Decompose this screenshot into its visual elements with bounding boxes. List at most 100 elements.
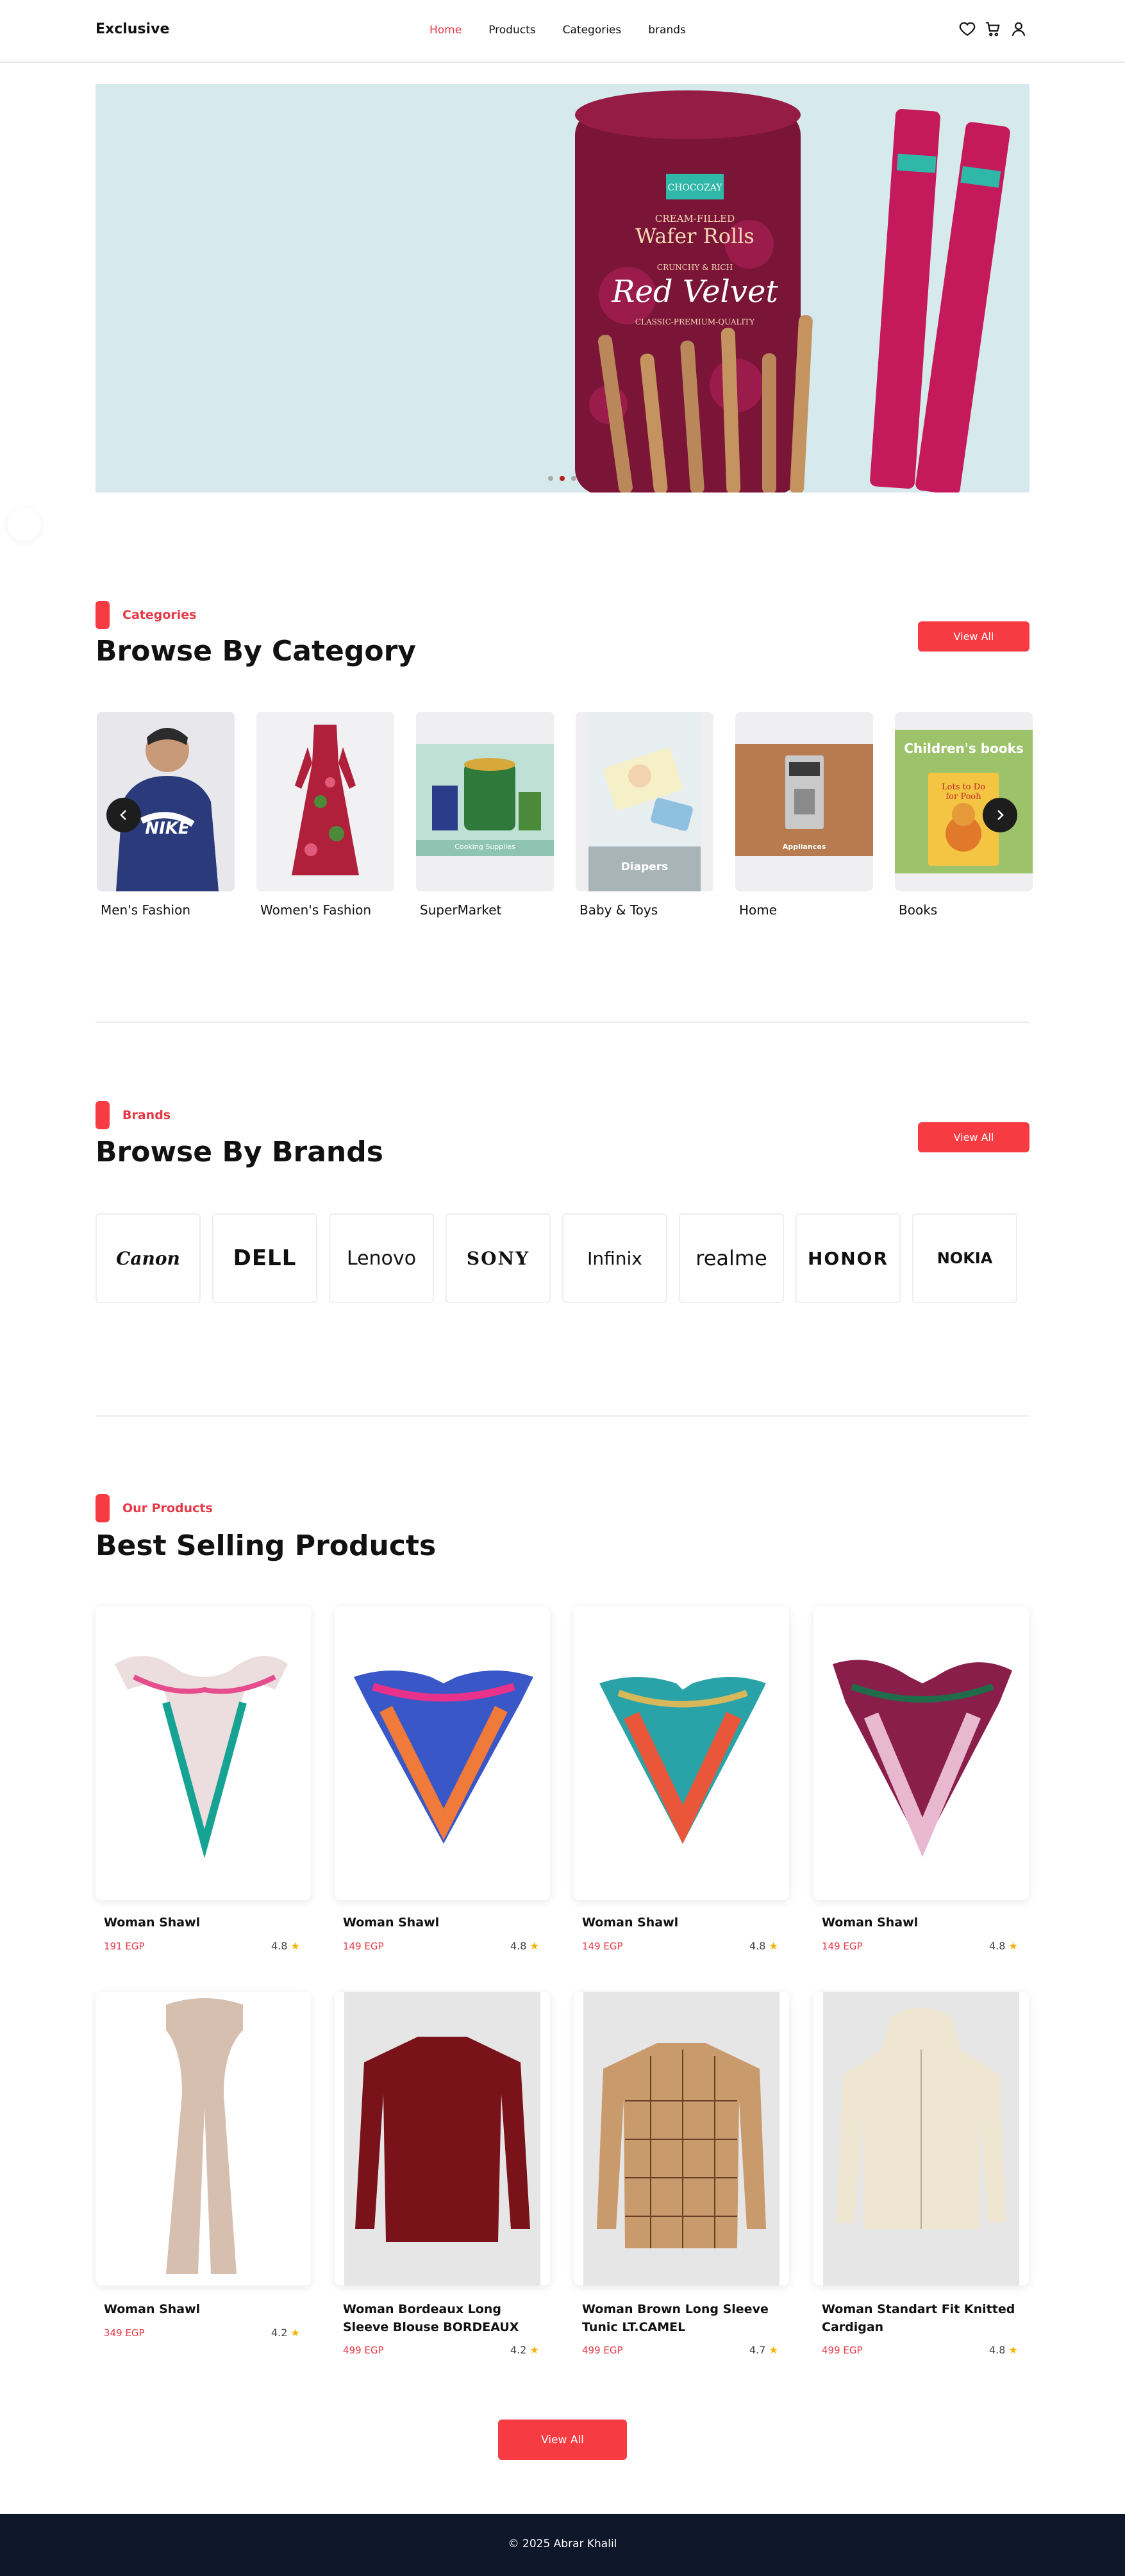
category-name[interactable]: Home xyxy=(739,902,777,918)
product-rating: 4.8 ★ xyxy=(749,1940,778,1952)
product-name[interactable]: Woman Shawl xyxy=(822,1914,1021,1932)
site-footer: © 2025 Abrar Khalil xyxy=(0,2514,1125,2576)
svg-text:Red Velvet: Red Velvet xyxy=(611,274,778,310)
category-name[interactable]: SuperMarket xyxy=(420,902,501,918)
slider-dot[interactable] xyxy=(548,476,553,481)
slider-dot[interactable] xyxy=(571,476,576,481)
hero-slider[interactable]: CHOCOZAY CREAM-FILLED Wafer Rolls CRUNCH… xyxy=(96,84,1029,492)
category-name[interactable]: Books xyxy=(899,902,937,918)
product-price: 499 EGP xyxy=(822,2344,863,2356)
category-name[interactable]: Men's Fashion xyxy=(101,902,190,918)
brand-card-infinix[interactable]: Infinix xyxy=(562,1213,667,1303)
brands-view-all-button[interactable]: View All xyxy=(918,1122,1029,1152)
product-name[interactable]: Woman Shawl xyxy=(104,1914,303,1932)
product-price: 149 EGP xyxy=(822,1940,863,1952)
product-rating: 4.8 ★ xyxy=(989,2344,1018,2356)
nav-products[interactable]: Products xyxy=(488,24,535,37)
categories-title: Browse By Category xyxy=(96,635,416,668)
product-price: 499 EGP xyxy=(582,2344,623,2356)
star-icon: ★ xyxy=(290,2327,300,2339)
site-header: Exclusive Home Products Categories brand… xyxy=(0,0,1125,63)
carousel-next-button[interactable] xyxy=(983,798,1017,832)
svg-text:CRUNCHY & RICH: CRUNCHY & RICH xyxy=(657,263,733,272)
category-name[interactable]: Women's Fashion xyxy=(260,902,371,918)
brand-card-dell[interactable]: DELL xyxy=(212,1213,317,1303)
product-name[interactable]: Woman Brown Long Sleeve Tunic LT.CAMEL xyxy=(582,2300,781,2336)
brands-tag: Brands xyxy=(96,1101,171,1129)
product-price: 149 EGP xyxy=(343,1940,384,1952)
product-image[interactable] xyxy=(335,1992,550,2286)
header-icons xyxy=(959,21,1027,37)
star-icon: ★ xyxy=(529,2344,539,2356)
carousel-prev-button[interactable] xyxy=(106,798,141,832)
user-icon[interactable] xyxy=(1010,21,1027,37)
product-rating: 4.8 ★ xyxy=(271,1940,300,1952)
brand-card-sony[interactable]: SONY xyxy=(446,1213,551,1303)
products-view-all-button[interactable]: View All xyxy=(498,2420,627,2460)
svg-text:Wafer Rolls: Wafer Rolls xyxy=(635,224,754,248)
brand-card-honor[interactable]: HONOR xyxy=(796,1213,901,1303)
star-icon: ★ xyxy=(769,2344,778,2356)
heart-icon[interactable] xyxy=(959,21,976,37)
products-title: Best Selling Products xyxy=(96,1529,437,1562)
brand-card-nokia[interactable]: NOKIA xyxy=(912,1213,1017,1303)
product-image[interactable] xyxy=(574,1606,789,1900)
category-card-home[interactable]: Appliances xyxy=(735,712,873,891)
category-carousel: NIKE Men's Fashion Women's Fashion Cooki… xyxy=(96,712,1033,923)
category-card-womens-fashion[interactable] xyxy=(256,712,394,891)
product-image[interactable] xyxy=(335,1606,550,1900)
svg-text:NIKE: NIKE xyxy=(145,819,190,838)
brand-logo: realme xyxy=(696,1246,767,1270)
category-card-books[interactable]: Children's books Lots to Do for Pooh xyxy=(895,712,1033,891)
floating-button[interactable] xyxy=(8,508,41,541)
category-image-caption: Children's books xyxy=(904,741,1024,756)
section-divider xyxy=(96,1022,1029,1023)
product-image[interactable] xyxy=(96,1992,311,2286)
main-nav: Home Products Categories brands xyxy=(429,24,713,37)
products-tag: Our Products xyxy=(96,1494,213,1522)
section-divider xyxy=(96,1415,1029,1417)
hero-brand-text: CHOCOZAY xyxy=(667,183,722,193)
star-icon: ★ xyxy=(290,1940,300,1952)
product-image[interactable] xyxy=(574,1992,789,2286)
product-rating: 4.8 ★ xyxy=(989,1940,1018,1952)
category-card-baby-toys[interactable]: Diapers xyxy=(576,712,713,891)
nav-categories[interactable]: Categories xyxy=(563,24,622,37)
product-image[interactable] xyxy=(96,1606,311,1900)
product-name[interactable]: Woman Shawl xyxy=(104,2300,303,2318)
slider-dot-active[interactable] xyxy=(560,476,565,481)
site-logo[interactable]: Exclusive xyxy=(96,21,169,37)
nav-home[interactable]: Home xyxy=(429,24,462,37)
brand-logo: SONY xyxy=(466,1247,530,1269)
chevron-right-icon xyxy=(997,810,1004,820)
product-name[interactable]: Woman Shawl xyxy=(343,1914,542,1932)
product-name[interactable]: Woman Standart Fit Knitted Cardigan xyxy=(822,2300,1021,2336)
brand-card-lenovo[interactable]: Lenovo xyxy=(329,1213,434,1303)
svg-text:CREAM-FILLED: CREAM-FILLED xyxy=(655,213,735,224)
product-image[interactable] xyxy=(813,1992,1029,2286)
slider-dots xyxy=(548,476,576,481)
product-name[interactable]: Woman Bordeaux Long Sleeve Blouse BORDEA… xyxy=(343,2300,542,2336)
brand-logo: Canon xyxy=(116,1247,180,1269)
product-image[interactable] xyxy=(813,1606,1029,1900)
star-icon: ★ xyxy=(1008,2344,1018,2356)
brand-card-canon[interactable]: Canon xyxy=(96,1213,201,1303)
svg-text:CLASSIC-PREMIUM-QUALITY: CLASSIC-PREMIUM-QUALITY xyxy=(635,317,755,326)
brand-logo: Lenovo xyxy=(346,1247,417,1270)
cart-icon[interactable] xyxy=(985,21,1001,37)
brand-logo: DELL xyxy=(233,1245,297,1271)
category-name[interactable]: Baby & Toys xyxy=(579,902,658,918)
product-price: 149 EGP xyxy=(582,1940,623,1952)
categories-view-all-button[interactable]: View All xyxy=(918,621,1029,652)
product-rating: 4.7 ★ xyxy=(749,2344,778,2356)
product-rating: 4.8 ★ xyxy=(510,1940,539,1952)
product-price: 191 EGP xyxy=(104,1940,145,1952)
nav-brands[interactable]: brands xyxy=(648,24,686,37)
category-card-supermarket[interactable]: Cooking Supplies xyxy=(416,712,554,891)
brand-card-realme[interactable]: realme xyxy=(679,1213,784,1303)
star-icon: ★ xyxy=(769,1940,778,1952)
product-name[interactable]: Woman Shawl xyxy=(582,1914,781,1932)
category-image-caption: Diapers xyxy=(621,861,669,873)
brand-logo: HONOR xyxy=(807,1247,889,1269)
category-image-caption: Appliances xyxy=(782,843,826,851)
